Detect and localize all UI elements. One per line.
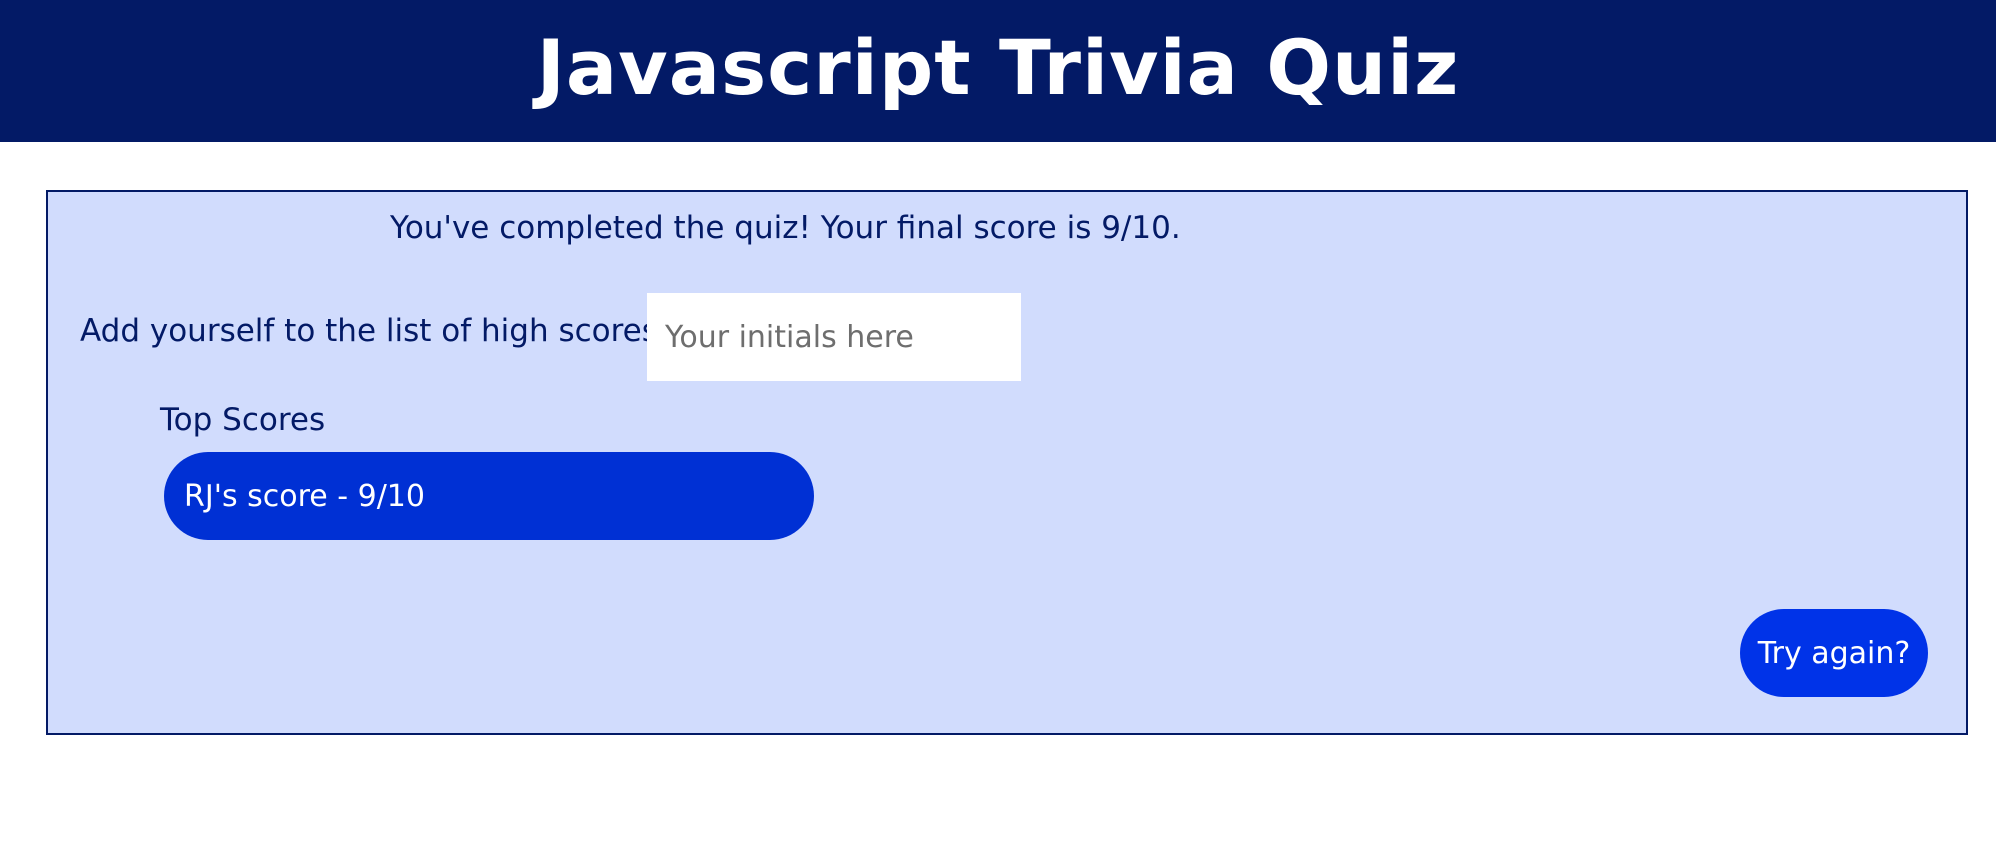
add-high-score-label: Add yourself to the list of high scores: [80, 313, 658, 349]
initials-input[interactable]: [647, 293, 1021, 381]
results-panel: You've completed the quiz! Your final sc…: [46, 190, 1968, 735]
top-scores-list: RJ's score - 9/10: [164, 452, 814, 540]
score-list-item: RJ's score - 9/10: [164, 452, 814, 540]
top-scores-heading: Top Scores: [160, 402, 326, 438]
page-header: Javascript Trivia Quiz: [0, 0, 1996, 142]
final-score-message: You've completed the quiz! Your final sc…: [390, 210, 1181, 246]
page-title: Javascript Trivia Quiz: [536, 22, 1460, 112]
try-again-button[interactable]: Try again?: [1740, 609, 1928, 697]
